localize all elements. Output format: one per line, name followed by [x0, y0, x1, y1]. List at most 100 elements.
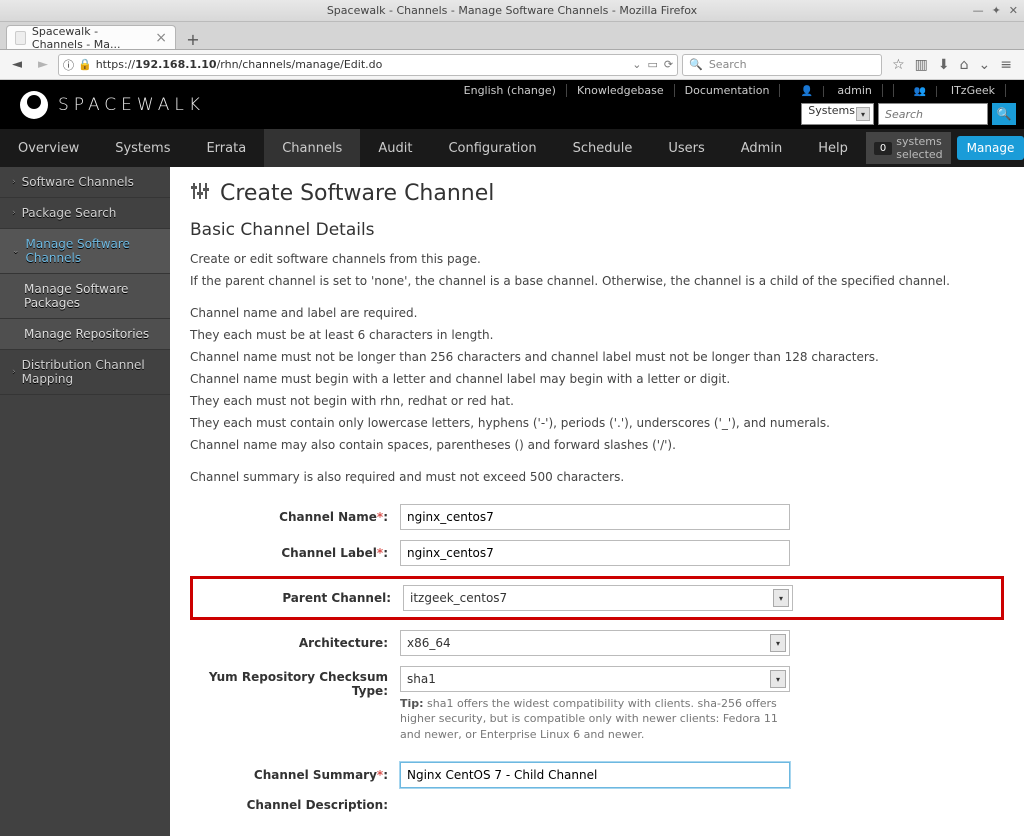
nav-systems[interactable]: Systems	[97, 129, 188, 167]
checksum-select[interactable]: sha1 ▾	[400, 666, 790, 692]
url-bar[interactable]: ⓘ 🔒 https://192.168.1.10/rhn/channels/ma…	[58, 54, 678, 76]
browser-tabbar: Spacewalk - Channels - Ma... × +	[0, 22, 1024, 50]
new-tab-button[interactable]: +	[182, 29, 204, 49]
row-parent-channel: Parent Channel: itzgeek_centos7 ▾	[190, 576, 1004, 620]
rules-text: Channel name and label are required. The…	[190, 304, 1004, 454]
nav-admin[interactable]: Admin	[723, 129, 800, 167]
reader-mode-icon[interactable]: ▭	[647, 58, 657, 71]
architecture-select[interactable]: x86_64 ▾	[400, 630, 790, 656]
hamburger-menu-icon[interactable]: ≡	[1000, 57, 1012, 73]
chevron-right-icon: ›	[12, 208, 16, 218]
pocket-icon[interactable]: ⌄	[979, 57, 991, 73]
sidebar-item-package-search[interactable]: ›Package Search	[0, 198, 170, 229]
sidebar-item-distribution-channel-mapping[interactable]: ›Distribution Channel Mapping	[0, 350, 170, 395]
search-placeholder: Search	[709, 58, 747, 71]
summary-rule-text: Channel summary is also required and mus…	[190, 468, 1004, 486]
chevron-down-icon: ▾	[856, 107, 870, 121]
browser-tab[interactable]: Spacewalk - Channels - Ma... ×	[6, 25, 176, 49]
row-channel-label: Channel Label*:	[190, 540, 1004, 566]
main-nav: Overview Systems Errata Channels Audit C…	[0, 129, 1024, 167]
org-icon: 👥	[904, 86, 937, 97]
url-text: https://192.168.1.10/rhn/channels/manage…	[96, 58, 629, 71]
nav-configuration[interactable]: Configuration	[430, 129, 554, 167]
documentation-link[interactable]: Documentation	[675, 84, 781, 97]
row-channel-description: Channel Description:	[190, 798, 1004, 812]
os-minimize-icon[interactable]: —	[973, 4, 984, 17]
bookmark-star-icon[interactable]: ☆	[892, 57, 905, 73]
sidebar-item-software-channels[interactable]: ›Software Channels	[0, 167, 170, 198]
logo-text: SPACEWALK	[58, 95, 205, 115]
sidebar-item-manage-software-packages[interactable]: Manage Software Packages	[0, 274, 170, 319]
tab-close-icon[interactable]: ×	[155, 31, 167, 45]
main-content: Create Software Channel Basic Channel De…	[170, 167, 1024, 836]
downloads-icon[interactable]: ⬇	[938, 57, 950, 73]
row-channel-summary: Channel Summary*:	[190, 762, 1004, 788]
chevron-right-icon: ›	[12, 177, 16, 187]
reload-icon[interactable]: ⟳	[664, 58, 673, 71]
search-icon: 🔍	[997, 107, 1012, 121]
app-logo[interactable]: SPACEWALK	[0, 91, 205, 119]
org-link[interactable]: 👥 ITzGeek	[894, 84, 1016, 97]
body-layout: ›Software Channels ›Package Search ⌄Mana…	[0, 167, 1024, 836]
nav-help[interactable]: Help	[800, 129, 866, 167]
row-checksum: Yum Repository Checksum Type: sha1 ▾ Tip…	[190, 666, 1004, 742]
parent-channel-select[interactable]: itzgeek_centos7 ▾	[403, 585, 793, 611]
row-channel-name: Channel Name*:	[190, 504, 1004, 530]
chevron-down-icon: ⌄	[12, 246, 20, 256]
sliders-icon	[190, 181, 210, 206]
app-header: SPACEWALK English (change) Knowledgebase…	[0, 80, 1024, 129]
header-search-row: Systems ▾ 🔍	[801, 103, 1016, 125]
nav-channels[interactable]: Channels	[264, 129, 360, 167]
channel-name-input[interactable]	[400, 504, 790, 530]
page-root: SPACEWALK English (change) Knowledgebase…	[0, 80, 1024, 836]
header-top-links: English (change) Knowledgebase Documenta…	[454, 84, 1016, 97]
identity-icon[interactable]: ⓘ	[63, 57, 74, 73]
home-icon[interactable]: ⌂	[960, 57, 969, 73]
chevron-right-icon: ›	[12, 367, 16, 377]
chevron-down-icon: ▾	[770, 670, 786, 688]
nav-schedule[interactable]: Schedule	[555, 129, 651, 167]
tab-favicon-icon	[15, 31, 26, 45]
os-titlebar: Spacewalk - Channels - Manage Software C…	[0, 0, 1024, 22]
channel-label-input[interactable]	[400, 540, 790, 566]
lock-icon: 🔒	[78, 58, 92, 71]
channel-summary-input[interactable]	[400, 762, 790, 788]
sidebar-item-manage-software-channels[interactable]: ⌄Manage Software Channels	[0, 229, 170, 274]
nav-errata[interactable]: Errata	[188, 129, 264, 167]
systems-selected-badge[interactable]: 0 systems selected	[866, 132, 951, 164]
user-link[interactable]: 👤 admin	[780, 84, 893, 97]
sidebar-item-manage-repositories[interactable]: Manage Repositories	[0, 319, 170, 350]
dropdown-history-icon[interactable]: ⌄	[632, 58, 641, 71]
row-architecture: Architecture: x86_64 ▾	[190, 630, 1004, 656]
knowledgebase-link[interactable]: Knowledgebase	[567, 84, 675, 97]
manage-button[interactable]: Manage	[957, 136, 1024, 160]
nav-audit[interactable]: Audit	[360, 129, 430, 167]
header-search-input[interactable]	[878, 103, 988, 125]
tab-title: Spacewalk - Channels - Ma...	[32, 25, 149, 51]
search-icon: 🔍	[689, 58, 703, 71]
user-icon: 👤	[790, 86, 823, 97]
bookmarks-menu-icon[interactable]: ▥	[915, 57, 928, 73]
systems-selected-label: systems selected	[896, 135, 942, 161]
checksum-value: sha1	[407, 672, 436, 686]
nav-back-button[interactable]: ◄	[6, 54, 28, 76]
nav-forward-button: ►	[32, 54, 54, 76]
header-search-button[interactable]: 🔍	[992, 103, 1016, 125]
systems-selected-count: 0	[874, 142, 892, 155]
browser-search-input[interactable]: 🔍 Search	[682, 54, 882, 76]
lang-link[interactable]: English (change)	[454, 84, 567, 97]
chevron-down-icon: ▾	[770, 634, 786, 652]
nav-overview[interactable]: Overview	[0, 129, 97, 167]
search-scope-select[interactable]: Systems ▾	[801, 103, 874, 125]
os-maximize-icon[interactable]: ✦	[992, 4, 1001, 17]
browser-navbar: ◄ ► ⓘ 🔒 https://192.168.1.10/rhn/channel…	[0, 50, 1024, 80]
checksum-tip: Tip: sha1 offers the widest compatibilit…	[400, 696, 790, 742]
os-close-icon[interactable]: ✕	[1009, 4, 1018, 17]
chevron-down-icon: ▾	[773, 589, 789, 607]
architecture-value: x86_64	[407, 636, 451, 650]
os-window-title: Spacewalk - Channels - Manage Software C…	[327, 4, 697, 17]
parent-channel-value: itzgeek_centos7	[410, 591, 507, 605]
sidebar: ›Software Channels ›Package Search ⌄Mana…	[0, 167, 170, 836]
nav-users[interactable]: Users	[650, 129, 722, 167]
search-scope-value: Systems	[808, 104, 855, 117]
